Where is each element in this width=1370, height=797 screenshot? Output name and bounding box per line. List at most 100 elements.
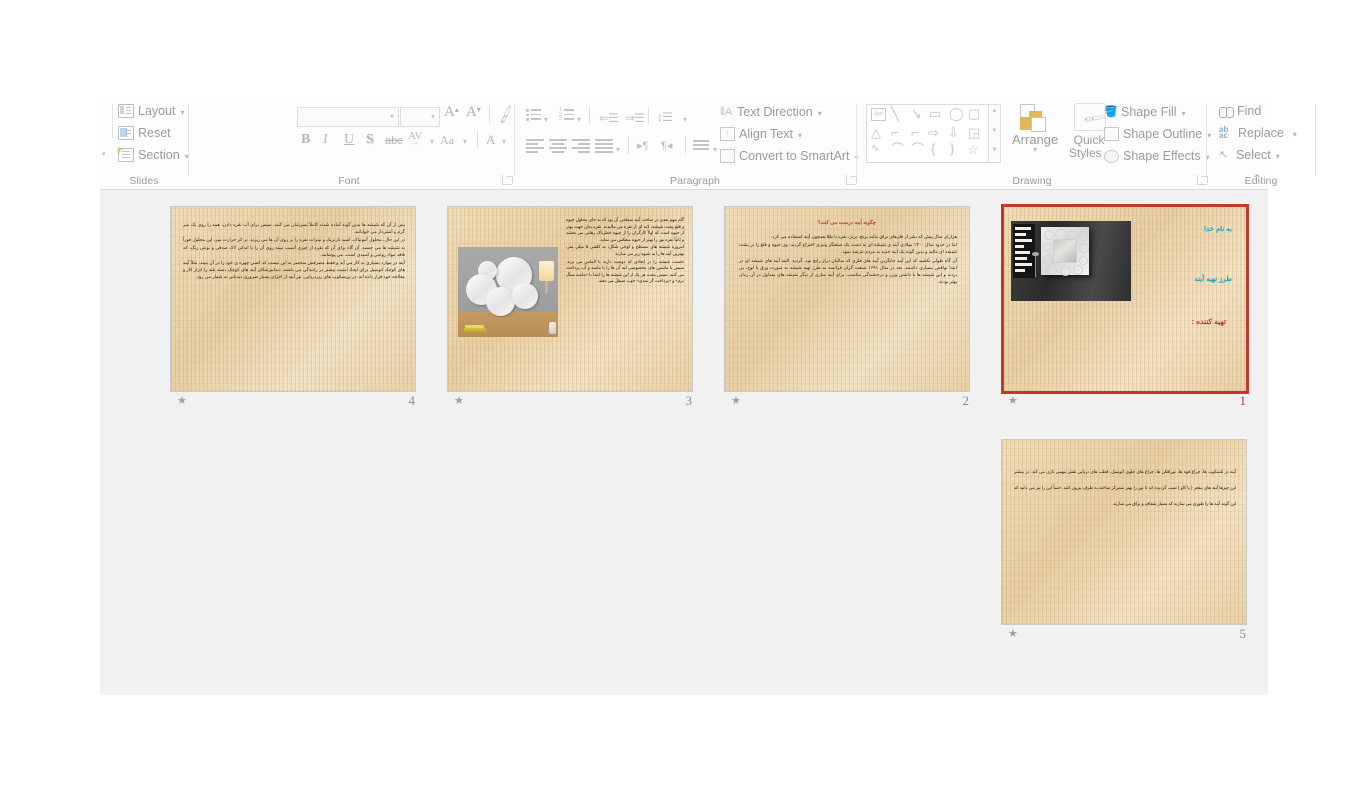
slide-sorter-pane[interactable]: پس از آن که شیشه ها بدین گونه آماده شدند… <box>100 190 1268 695</box>
arrange-button[interactable]: Arrange ▾ <box>1012 103 1058 154</box>
collapse-ribbon-button[interactable]: ⌃ <box>1252 172 1262 186</box>
triangle-shape[interactable]: △ <box>871 126 881 139</box>
slide-4-meta: ★ 4 <box>170 394 418 410</box>
right-brace-shape[interactable]: } <box>950 142 954 155</box>
slide-5-meta: ★ 5 <box>1001 627 1249 643</box>
layout-button[interactable]: Layout ▾ <box>118 104 185 118</box>
character-spacing-button[interactable]: AV ↔ <box>408 130 422 147</box>
lamp-shape <box>539 261 554 281</box>
chevron-down-icon[interactable]: ▾ <box>544 115 548 124</box>
scroll-up-icon[interactable]: ▲ <box>991 108 998 114</box>
animation-marker-icon[interactable]: ★ <box>1008 627 1018 641</box>
left-brace-shape[interactable]: { <box>931 142 935 155</box>
animation-marker-icon[interactable]: ★ <box>177 394 187 408</box>
slide-thumbnail-5[interactable]: آینه در تلسکوپ ها، چراغ قوه ها، نورافکن … <box>1001 439 1249 645</box>
chevron-down-icon[interactable]: ▾ <box>502 137 506 146</box>
shapes-gallery-scrollbar[interactable]: ▲ ▼ ▼ <box>988 105 1000 162</box>
align-text-button[interactable]: ↕ Align Text ▾ <box>720 127 802 141</box>
font-dialog-launcher[interactable] <box>502 175 512 185</box>
slide-thumbnail-4[interactable]: پس از آن که شیشه ها بدین گونه آماده شدند… <box>170 206 418 412</box>
shape-fill-button[interactable]: 🪣 Shape Fill ▾ <box>1104 105 1186 119</box>
animation-marker-icon[interactable]: ★ <box>454 394 464 408</box>
slide-canvas-5[interactable]: آینه در تلسکوپ ها، چراغ قوه ها، نورافکن … <box>1001 439 1247 625</box>
slide-thumbnail-2[interactable]: چگونه آینه درست می کنند؟ هزاران سال پیش … <box>724 206 972 412</box>
chevron-down-icon[interactable]: ▾ <box>713 145 717 154</box>
line-shape[interactable]: ╲ <box>891 107 899 120</box>
slide-canvas-1[interactable]: به نام خدا طرز تهیه آینه تهیه کننده : <box>1001 204 1249 394</box>
star-shape[interactable]: ☆ <box>967 143 979 156</box>
gallery-more-icon[interactable]: ▼ <box>991 147 998 153</box>
chevron-down-icon[interactable]: ▾ <box>683 115 687 124</box>
shape-outline-button[interactable]: Shape Outline ▾ <box>1104 127 1211 141</box>
shapes-gallery[interactable]: A≡ ╲ ↘ ▭ ◯ ▢ △ ⌐ ⌐ ⇨ ⇩ ◲ ∿ ⌒ ⌒ { } ☆ ▲ ▼… <box>866 104 1001 163</box>
line-spacing-button[interactable]: ↕☰ <box>657 110 673 124</box>
divider <box>648 106 649 124</box>
decrease-indent-button[interactable]: ⇐☰ <box>599 111 619 125</box>
slide-canvas-2[interactable]: چگونه آینه درست می کنند؟ هزاران سال پیش … <box>724 206 970 392</box>
reset-label: Reset <box>138 126 171 140</box>
divider <box>112 104 113 138</box>
curve-shape[interactable]: ⌒ <box>891 143 904 156</box>
arrange-icon <box>1018 103 1050 132</box>
quick-styles-label-line2: Styles <box>1068 146 1102 160</box>
textbox-shape[interactable]: A≡ <box>871 108 886 121</box>
convert-to-smartart-button[interactable]: Convert to SmartArt ▾ <box>720 149 858 163</box>
numbering-button[interactable]: 1 2 3 <box>559 108 574 123</box>
divider <box>685 136 686 154</box>
animation-marker-icon[interactable]: ★ <box>1008 394 1018 408</box>
slide-thumbnail-1[interactable]: به نام خدا طرز تهیه آینه تهیه کننده : ★ … <box>1001 204 1249 414</box>
select-button[interactable]: ↖ Select ▾ <box>1219 148 1280 162</box>
lamp-base-shape <box>545 281 548 293</box>
find-button[interactable]: Find <box>1219 104 1261 118</box>
arrow-shape[interactable]: ↘ <box>911 107 922 120</box>
chevron-down-icon: ▾ <box>1181 108 1186 118</box>
paragraph-dialog-launcher[interactable] <box>846 175 856 185</box>
reset-button[interactable]: Reset <box>118 126 171 140</box>
text-direction-ltr-button[interactable]: ▸¶ <box>637 139 648 152</box>
bullets-button[interactable] <box>526 109 541 123</box>
italic-button[interactable]: I <box>323 132 328 148</box>
change-case-button[interactable]: Aa <box>440 133 454 148</box>
replace-button[interactable]: ab ac Replace ▾ <box>1219 125 1297 140</box>
slide-canvas-4[interactable]: پس از آن که شیشه ها بدین گونه آماده شدند… <box>170 206 416 392</box>
chevron-down-icon[interactable]: ▾ <box>577 115 581 124</box>
right-arrow-shape[interactable]: ⇨ <box>928 126 939 139</box>
slide-3-paragraph: امروزه شیشه های مسطح و لوحی شکل، به کلفت… <box>566 244 684 256</box>
text-shadow-button[interactable]: S <box>366 132 374 148</box>
drawing-dialog-launcher[interactable] <box>1197 175 1207 185</box>
bold-button[interactable]: B <box>301 132 310 148</box>
shrink-font-button[interactable]: A▾ <box>466 104 481 121</box>
underline-button[interactable]: U <box>344 132 354 148</box>
down-arrow-shape[interactable]: ⇩ <box>948 126 959 139</box>
slide-number: 2 <box>962 393 970 408</box>
folded-corner-shape[interactable]: ◲ <box>968 126 980 139</box>
rounded-rectangle-shape[interactable]: ▢ <box>968 107 980 120</box>
font-name-input[interactable]: ▾ <box>297 107 399 127</box>
oval-shape[interactable]: ◯ <box>949 107 964 120</box>
scribble-shape[interactable]: ∿ <box>871 144 879 154</box>
shape-effects-button[interactable]: Shape Effects ▾ <box>1104 149 1210 163</box>
chevron-down-icon[interactable]: ▾ <box>463 137 467 146</box>
rectangle-shape[interactable]: ▭ <box>929 107 941 120</box>
scroll-down-icon[interactable]: ▼ <box>991 128 998 134</box>
arc-shape[interactable]: ⌒ <box>911 143 924 156</box>
text-direction-rtl-button[interactable]: ¶◂ <box>661 139 672 152</box>
text-direction-button[interactable]: ⦀A Text Direction ▾ <box>720 105 822 119</box>
elbow-arrow-shape[interactable]: ⌐ <box>911 126 919 139</box>
font-color-button[interactable]: A <box>486 132 495 148</box>
increase-indent-button[interactable]: ⇒☰ <box>625 111 645 125</box>
chevron-down-icon[interactable]: ▾ <box>616 145 620 154</box>
slide-1-meta: ★ 1 <box>1001 394 1249 410</box>
slide-canvas-3[interactable]: گام مهم بعدی در ساخت آینه سطحی آن بود که… <box>447 206 693 392</box>
strikethrough-button[interactable]: abc <box>385 135 403 147</box>
grow-font-button[interactable]: A▴ <box>444 104 459 121</box>
elbow-connector-shape[interactable]: ⌐ <box>891 126 899 139</box>
slides-overflow-caret[interactable]: ▾ <box>102 150 106 158</box>
font-size-input[interactable]: ▾ <box>400 107 440 127</box>
animation-marker-icon[interactable]: ★ <box>731 394 741 408</box>
convert-to-smartart-label: Convert to SmartArt <box>739 149 850 163</box>
group-label-paragraph: Paragraph <box>670 175 720 187</box>
chevron-down-icon[interactable]: ▾ <box>430 137 434 146</box>
section-button[interactable]: Section ▾ <box>116 146 189 162</box>
slide-thumbnail-3[interactable]: گام مهم بعدی در ساخت آینه سطحی آن بود که… <box>447 206 695 412</box>
